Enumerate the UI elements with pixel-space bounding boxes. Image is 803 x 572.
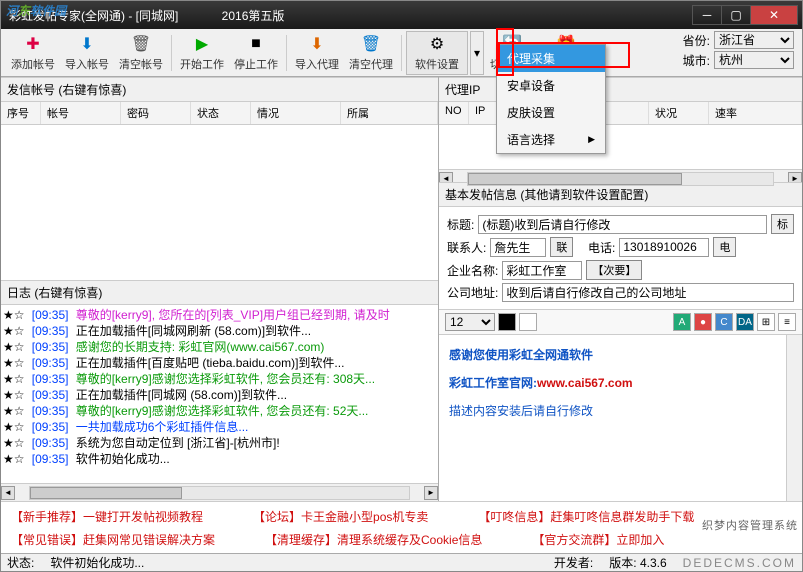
col-acct: 帐号 (41, 102, 121, 124)
menu-android-device[interactable]: 安卓设备 (497, 72, 605, 99)
info-header: 基本发帖信息 (其他请到软件设置配置) (439, 182, 802, 207)
dedecms-watermark: 织梦内容管理系统 (702, 517, 798, 533)
status-label: 状态: (7, 554, 34, 571)
link-qq[interactable]: 【官方交流群】立即加入 (532, 531, 664, 548)
title-input[interactable] (478, 215, 767, 234)
address-input[interactable] (502, 283, 794, 302)
contact-input[interactable] (490, 238, 546, 257)
content-scrollbar[interactable] (786, 335, 802, 501)
phone-label: 电话: (588, 239, 615, 256)
accounts-header: 发信帐号 (右键有惊喜) (1, 77, 438, 102)
titlebar: 彩虹发帖专家(全网通) - [同城网] 2016第五版 ─ ▢ ✕ (1, 1, 802, 29)
color-white-button[interactable] (519, 313, 537, 331)
pcol-status: 状况 (649, 102, 709, 124)
location-selectors: 省份:浙江省 城市:杭州 (683, 29, 794, 69)
dedecms-footer: DEDECMS.COM (683, 556, 796, 570)
fmt-a-icon[interactable]: A (673, 313, 691, 331)
minimize-button[interactable]: ─ (692, 5, 722, 25)
log-panel[interactable]: ★☆ [09:35] 尊敬的[kerry9], 您所在的[列表_VIP]用户组已… (1, 305, 438, 483)
pcol-speed: 速率 (709, 102, 802, 124)
col-seq: 序号 (1, 102, 41, 124)
fmt-d-icon[interactable]: DA (736, 313, 754, 331)
phone-input[interactable] (619, 238, 709, 257)
menu-proxy-collect[interactable]: 代理采集 (497, 45, 605, 72)
content-line1: 感谢您使用彩虹全网通软件 (449, 341, 792, 369)
clear-proxy-button[interactable]: 🗑清空代理 (345, 31, 397, 75)
status-text: 软件初始化成功... (50, 554, 144, 571)
company-label: 企业名称: (447, 262, 498, 279)
content-editor[interactable]: 感谢您使用彩虹全网通软件 彩虹工作室官网:www.cai567.com 描述内容… (439, 335, 802, 501)
col-situ: 情况 (251, 102, 341, 124)
title-label: 标题: (447, 216, 474, 233)
content-line2: 彩虹工作室官网:www.cai567.com (449, 369, 792, 397)
maximize-button[interactable]: ▢ (721, 5, 751, 25)
bottom-links: 【新手推荐】一键打开发帖视频教程 【论坛】卡王金融小型pos机专卖 【叮咚信息】… (1, 501, 802, 553)
link-cache[interactable]: 【清理缓存】清理系统缓存及Cookie信息 (265, 531, 482, 548)
version-label: 版本: 4.3.6 (609, 554, 666, 571)
title-btn[interactable]: 标 (771, 214, 794, 234)
settings-button[interactable]: ⚙软件设置 (406, 31, 468, 75)
accounts-grid[interactable]: 序号 帐号 密码 状态 情况 所属 (1, 102, 438, 280)
post-info-form: 标题: 标 联系人: 联 电话: 电 企业名称: 【次要】 公司地址: (439, 207, 802, 309)
content-line3: 描述内容安装后请自行修改 (449, 397, 792, 425)
address-label: 公司地址: (447, 284, 498, 301)
fmt-f-icon[interactable]: ≡ (778, 313, 796, 331)
import-account-button[interactable]: ⬇导入帐号 (61, 31, 113, 75)
start-button[interactable]: ▶开始工作 (176, 31, 228, 75)
proxy-grid[interactable]: NO IP 城市 状况 速率 ◄► (439, 102, 802, 182)
format-toolbar: 12 A ● C DA ⊞ ≡ (439, 309, 802, 335)
clear-account-button[interactable]: 🗑清空帐号 (115, 31, 167, 75)
color-black-button[interactable] (498, 313, 516, 331)
province-select[interactable]: 浙江省 (714, 31, 794, 49)
company-btn[interactable]: 【次要】 (586, 260, 642, 280)
fontsize-select[interactable]: 12 (445, 313, 495, 331)
province-label: 省份: (683, 32, 710, 49)
fmt-c-icon[interactable]: C (715, 313, 733, 331)
pcol-no: NO (439, 102, 469, 124)
menu-language[interactable]: 语言选择▶ (497, 126, 605, 153)
menu-skin-settings[interactable]: 皮肤设置 (497, 99, 605, 126)
contact-btn[interactable]: 联 (550, 237, 573, 257)
proxy-header: 代理IP (439, 77, 802, 102)
contact-label: 联系人: (447, 239, 486, 256)
close-button[interactable]: ✕ (750, 5, 798, 25)
proxy-scrollbar[interactable]: ◄► (439, 169, 802, 187)
settings-dropdown-button[interactable]: ▾ (470, 31, 484, 75)
link-dingdong[interactable]: 【叮咚信息】赶集叮咚信息群发助手下载 (478, 508, 694, 525)
log-scrollbar[interactable]: ◄► (1, 483, 438, 501)
link-errors[interactable]: 【常见错误】赶集网常见错误解决方案 (11, 531, 215, 548)
settings-dropdown-menu: 代理采集 安卓设备 皮肤设置 语言选择▶ (496, 44, 606, 154)
import-proxy-button[interactable]: ⬇导入代理 (291, 31, 343, 75)
phone-btn[interactable]: 电 (713, 237, 736, 257)
link-tutorial[interactable]: 【新手推荐】一键打开发帖视频教程 (11, 508, 203, 525)
col-belong: 所属 (341, 102, 438, 124)
company-input[interactable] (502, 261, 582, 280)
fmt-b-icon[interactable]: ● (694, 313, 712, 331)
add-account-button[interactable]: ✚添加帐号 (7, 31, 59, 75)
col-pwd: 密码 (121, 102, 191, 124)
col-status: 状态 (191, 102, 251, 124)
toolbar: ✚添加帐号 ⬇导入帐号 🗑清空帐号 ▶开始工作 ■停止工作 ⬇导入代理 🗑清空代… (1, 29, 802, 77)
statusbar: 状态: 软件初始化成功... 开发者: 版本: 4.3.6 DEDECMS.CO… (1, 553, 802, 571)
city-label: 城市: (683, 52, 710, 69)
link-forum[interactable]: 【论坛】卡王金融小型pos机专卖 (253, 508, 428, 525)
developer-label: 开发者: (554, 554, 593, 571)
stop-button[interactable]: ■停止工作 (230, 31, 282, 75)
fmt-e-icon[interactable]: ⊞ (757, 313, 775, 331)
log-header: 日志 (右键有惊喜) (1, 280, 438, 305)
city-select[interactable]: 杭州 (714, 51, 794, 69)
window-title: 彩虹发帖专家(全网通) - [同城网] 2016第五版 (5, 7, 693, 24)
